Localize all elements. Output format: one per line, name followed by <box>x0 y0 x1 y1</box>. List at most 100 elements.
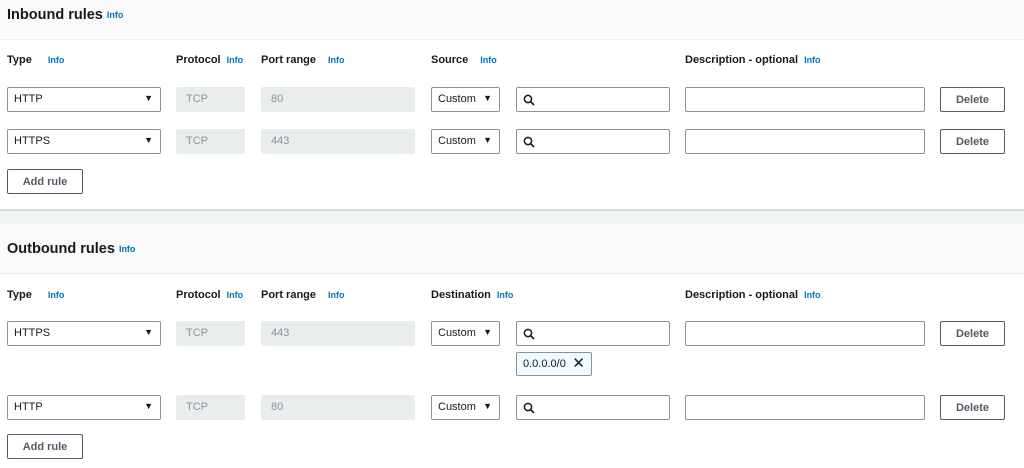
inbound-rule-1-type-select[interactable]: HTTP ▼ <box>7 87 161 112</box>
destination-token: 0.0.0.0/0 ✕ <box>516 352 592 376</box>
outbound-rule-2-protocol: TCP <box>176 395 245 420</box>
protocol-info-link[interactable]: Info <box>227 290 244 300</box>
col-label-text: Source <box>431 54 469 66</box>
col-label-text: Type <box>7 289 32 301</box>
inbound-rules-header: Inbound rules Info <box>0 0 1024 40</box>
inbound-rules-title: Inbound rules Info <box>7 7 123 23</box>
col-label-text: Description - optional <box>685 54 799 66</box>
inbound-rule-1-delete-button[interactable]: Delete <box>940 87 1005 112</box>
search-icon <box>523 94 535 106</box>
description-info-link[interactable]: Info <box>804 290 821 300</box>
protocol-value: TCP <box>186 401 208 413</box>
search-icon <box>523 402 535 414</box>
caret-down-icon: ▼ <box>483 93 492 103</box>
outbound-rule-2-description-input[interactable] <box>685 395 925 420</box>
outbound-rule-1-delete-button[interactable]: Delete <box>940 321 1005 346</box>
destination-token-text: 0.0.0.0/0 <box>523 358 566 370</box>
inbound-rule-1-source-select[interactable]: Custom ▼ <box>431 87 500 112</box>
inbound-col-type: Type Info <box>7 54 64 66</box>
inbound-col-protocol: Protocol Info <box>176 54 243 66</box>
port-range-info-link[interactable]: Info <box>328 55 345 65</box>
outbound-rule-2-delete-button[interactable]: Delete <box>940 395 1005 420</box>
col-label-text: Port range <box>261 54 317 66</box>
inbound-rule-2-type-select[interactable]: HTTPS ▼ <box>7 129 161 154</box>
caret-down-icon: ▼ <box>483 135 492 145</box>
type-info-link[interactable]: Info <box>48 290 65 300</box>
inbound-rule-1-source-search[interactable] <box>516 87 670 112</box>
inbound-rules-info-link[interactable]: Info <box>107 10 124 20</box>
col-label-text: Description - optional <box>685 289 799 301</box>
caret-down-icon: ▼ <box>144 135 153 145</box>
section-divider <box>0 209 1024 224</box>
inbound-col-source: Source Info <box>431 54 497 66</box>
type-info-link[interactable]: Info <box>48 55 65 65</box>
source-select-value: Custom <box>438 135 476 147</box>
type-select-value: HTTP <box>14 401 43 413</box>
inbound-col-port-range: Port range Info <box>261 54 345 66</box>
outbound-rule-1-description-input[interactable] <box>685 321 925 346</box>
outbound-rule-2-port-range: 80 <box>261 395 415 420</box>
destination-info-link[interactable]: Info <box>497 290 514 300</box>
inbound-col-description: Description - optional Info <box>685 54 821 66</box>
col-label-text: Protocol <box>176 54 221 66</box>
port-range-value: 80 <box>271 401 284 413</box>
inbound-rule-2-source-search[interactable] <box>516 129 670 154</box>
port-range-value: 443 <box>271 327 290 339</box>
close-icon[interactable]: ✕ <box>572 355 585 373</box>
caret-down-icon: ▼ <box>483 327 492 337</box>
outbound-rules-info-link[interactable]: Info <box>119 244 136 254</box>
protocol-value: TCP <box>186 93 208 105</box>
outbound-rule-2-type-select[interactable]: HTTP ▼ <box>7 395 161 420</box>
col-label-text: Destination <box>431 289 491 301</box>
type-select-value: HTTPS <box>14 327 51 339</box>
outbound-rule-1-destination-select[interactable]: Custom ▼ <box>431 321 500 346</box>
outbound-rule-2-destination-select[interactable]: Custom ▼ <box>431 395 500 420</box>
type-select-value: HTTP <box>14 93 43 105</box>
caret-down-icon: ▼ <box>483 401 492 411</box>
caret-down-icon: ▼ <box>144 401 153 411</box>
inbound-rule-2-description-input[interactable] <box>685 129 925 154</box>
port-range-value: 443 <box>271 135 290 147</box>
outbound-col-destination: Destination Info <box>431 289 513 301</box>
search-icon <box>523 328 535 340</box>
col-label-text: Port range <box>261 289 317 301</box>
outbound-col-protocol: Protocol Info <box>176 289 243 301</box>
outbound-col-type: Type Info <box>7 289 64 301</box>
outbound-rule-1-destination-search[interactable] <box>516 321 670 346</box>
inbound-rule-1-port-range: 80 <box>261 87 415 112</box>
outbound-rule-2-destination-search[interactable] <box>516 395 670 420</box>
destination-select-value: Custom <box>438 327 476 339</box>
inbound-rule-2-port-range: 443 <box>261 129 415 154</box>
source-select-value: Custom <box>438 93 476 105</box>
source-info-link[interactable]: Info <box>480 55 497 65</box>
protocol-value: TCP <box>186 327 208 339</box>
protocol-value: TCP <box>186 135 208 147</box>
caret-down-icon: ▼ <box>144 327 153 337</box>
inbound-rule-2-delete-button[interactable]: Delete <box>940 129 1005 154</box>
col-label-text: Protocol <box>176 289 221 301</box>
outbound-rules-header: Outbound rules Info <box>0 224 1024 274</box>
type-select-value: HTTPS <box>14 135 51 147</box>
outbound-add-rule-button[interactable]: Add rule <box>7 434 83 459</box>
inbound-rule-2-source-select[interactable]: Custom ▼ <box>431 129 500 154</box>
inbound-rule-1-description-input[interactable] <box>685 87 925 112</box>
description-info-link[interactable]: Info <box>804 55 821 65</box>
outbound-rules-title: Outbound rules Info <box>7 241 135 257</box>
search-icon <box>523 136 535 148</box>
port-range-info-link[interactable]: Info <box>328 290 345 300</box>
outbound-rule-1-port-range: 443 <box>261 321 415 346</box>
outbound-rules-title-text: Outbound rules <box>7 241 115 257</box>
outbound-rule-1-type-select[interactable]: HTTPS ▼ <box>7 321 161 346</box>
inbound-rules-title-text: Inbound rules <box>7 7 103 23</box>
destination-select-value: Custom <box>438 401 476 413</box>
outbound-col-port-range: Port range Info <box>261 289 345 301</box>
inbound-add-rule-button[interactable]: Add rule <box>7 169 83 194</box>
port-range-value: 80 <box>271 93 284 105</box>
outbound-col-description: Description - optional Info <box>685 289 821 301</box>
outbound-rule-1-protocol: TCP <box>176 321 245 346</box>
inbound-rule-2-protocol: TCP <box>176 129 245 154</box>
col-label-text: Type <box>7 54 32 66</box>
inbound-rule-1-protocol: TCP <box>176 87 245 112</box>
protocol-info-link[interactable]: Info <box>227 55 244 65</box>
caret-down-icon: ▼ <box>144 93 153 103</box>
